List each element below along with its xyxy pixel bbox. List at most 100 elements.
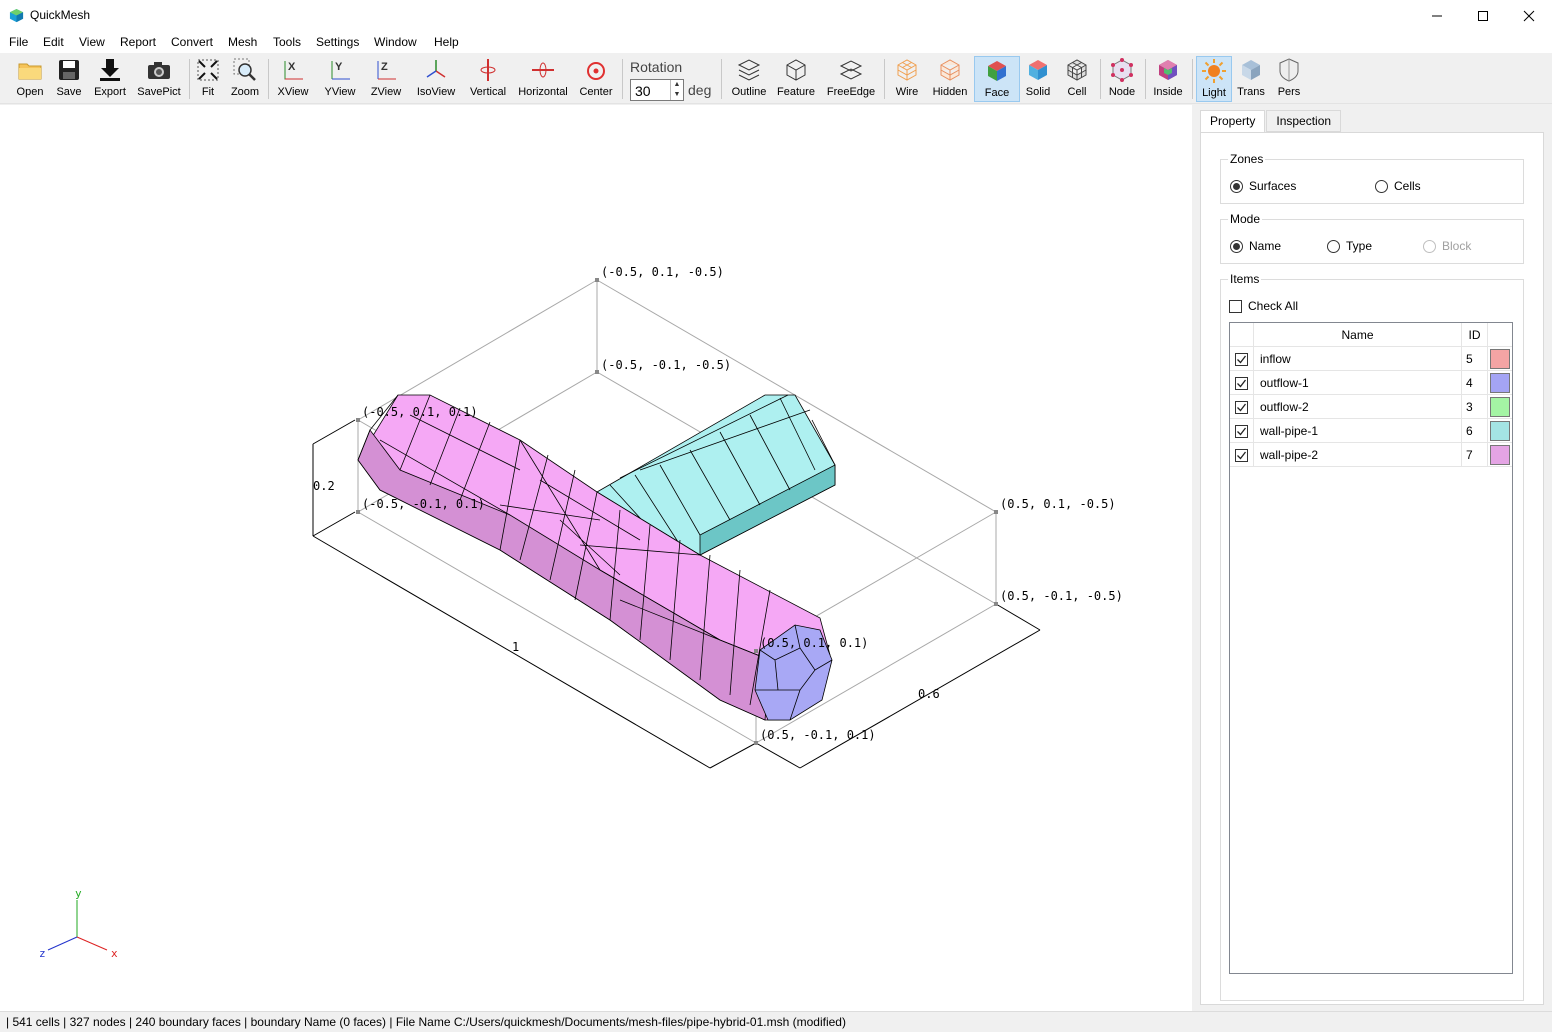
menu-convert[interactable]: Convert [171,31,213,53]
window-title: QuickMesh [30,8,91,22]
hidden-label: Hidden [932,86,968,98]
radio-indicator [1230,179,1243,193]
inside-label: Inside [1153,86,1183,98]
close-button[interactable] [1506,0,1552,31]
vertical-button[interactable]: Vertical [467,56,509,102]
menu-window[interactable]: Window [374,31,417,53]
minimize-icon [1432,15,1442,16]
row-checkbox[interactable] [1235,376,1248,390]
table-row[interactable]: inflow 5 [1230,347,1512,371]
menu-help[interactable]: Help [434,31,459,53]
table-row[interactable]: wall-pipe-1 6 [1230,419,1512,443]
save-button[interactable]: Save [53,56,85,102]
zview-label: ZView [370,86,402,98]
solid-cube-icon [1029,60,1047,80]
menu-file[interactable]: File [9,31,28,53]
rotation-angle-input[interactable]: 30 ▲ ▼ [630,79,684,101]
tab-property[interactable]: Property [1200,110,1266,133]
cells-label: Cells [1394,179,1421,193]
wire-cube-icon [897,59,917,81]
cell-button[interactable]: Cell [1062,56,1092,102]
inside-button[interactable]: Inside [1151,56,1185,102]
row-color-swatch[interactable] [1490,445,1510,465]
table-row[interactable]: wall-pipe-2 7 [1230,443,1512,467]
rotation-angle-value: 30 [635,83,651,99]
row-checkbox[interactable] [1235,448,1248,462]
menu-report[interactable]: Report [120,31,156,53]
row-checkbox[interactable] [1235,424,1248,438]
isoview-button[interactable]: IsoView [414,56,458,102]
xview-button[interactable]: X XView [275,56,311,102]
vertical-rotate-icon [480,59,496,81]
pers-button[interactable]: Pers [1274,56,1304,102]
node-button[interactable]: Node [1106,56,1138,102]
menu-settings[interactable]: Settings [316,31,359,53]
outline-layers-icon [737,59,761,81]
horizontal-label: Horizontal [518,86,568,98]
property-tab-body: Zones Surfaces Cells Mode Name Type Bloc… [1200,132,1544,1005]
floppy-disk-icon [59,60,79,80]
radio-indicator [1375,179,1388,193]
svg-text:Z: Z [381,61,388,73]
row-color-swatch[interactable] [1490,397,1510,417]
toolbar-separator [622,59,623,99]
toolbar-separator [268,59,269,99]
row-color-swatch[interactable] [1490,349,1510,369]
sun-light-icon [1202,59,1226,83]
table-row[interactable]: outflow-1 4 [1230,371,1512,395]
table-row[interactable]: outflow-2 3 [1230,395,1512,419]
tab-inspection[interactable]: Inspection [1266,110,1342,132]
row-checkbox-cell[interactable] [1230,371,1254,395]
name-radio[interactable]: Name [1230,239,1281,253]
mesh-render[interactable]: (-0.5, 0.1, -0.5) (-0.5, -0.1, -0.5) (-0… [0,105,1192,1011]
row-name: wall-pipe-1 [1254,419,1462,443]
outline-button[interactable]: Outline [729,56,769,102]
savepict-button[interactable]: SavePict [136,56,182,102]
open-button[interactable]: Open [14,56,46,102]
hidden-button[interactable]: Hidden [930,56,970,102]
cells-radio[interactable]: Cells [1375,179,1421,193]
export-button[interactable]: Export [92,56,128,102]
block-radio: Block [1423,239,1471,253]
trans-button[interactable]: Trans [1236,56,1266,102]
surfaces-radio[interactable]: Surfaces [1230,179,1296,193]
row-checkbox[interactable] [1235,352,1248,366]
type-radio[interactable]: Type [1327,239,1372,253]
row-checkbox[interactable] [1235,400,1248,414]
face-button[interactable]: Face [974,56,1020,102]
z-axis-label: z [39,947,46,960]
minimize-button[interactable] [1414,0,1460,31]
row-color-swatch[interactable] [1490,421,1510,441]
freeedge-button[interactable]: FreeEdge [826,56,876,102]
target-center-icon [587,62,605,80]
menu-view[interactable]: View [79,31,105,53]
corner-label: (0.5, -0.1, -0.5) [1000,589,1123,603]
type-mode-label: Type [1346,239,1373,253]
rotation-spinner[interactable]: ▲ ▼ [670,80,683,100]
row-checkbox-cell[interactable] [1230,419,1254,443]
check-all-checkbox[interactable]: Check All [1229,299,1298,313]
zview-button[interactable]: Z ZView [368,56,404,102]
horizontal-button[interactable]: Horizontal [517,56,569,102]
menu-edit[interactable]: Edit [43,31,64,53]
row-checkbox-cell[interactable] [1230,347,1254,371]
3d-viewport[interactable]: (-0.5, 0.1, -0.5) (-0.5, -0.1, -0.5) (-0… [0,105,1192,1011]
center-button[interactable]: Center [578,56,614,102]
status-bar: | 541 cells | 327 nodes | 240 boundary f… [0,1011,1552,1032]
row-checkbox-cell[interactable] [1230,443,1254,467]
maximize-button[interactable] [1460,0,1506,31]
menu-tools[interactable]: Tools [273,31,301,53]
menu-mesh[interactable]: Mesh [228,31,257,53]
row-color-swatch[interactable] [1490,373,1510,393]
light-button[interactable]: Light [1196,56,1232,102]
fit-button[interactable]: Fit [194,56,222,102]
zoom-button[interactable]: Zoom [230,56,260,102]
row-checkbox-cell[interactable] [1230,395,1254,419]
wire-button[interactable]: Wire [891,56,923,102]
name-column-header[interactable]: Name [1254,323,1462,347]
feature-button[interactable]: Feature [776,56,816,102]
solid-button[interactable]: Solid [1024,56,1052,102]
yview-button[interactable]: Y YView [322,56,358,102]
row-name: outflow-1 [1254,371,1462,395]
id-column-header[interactable]: ID [1462,323,1488,347]
